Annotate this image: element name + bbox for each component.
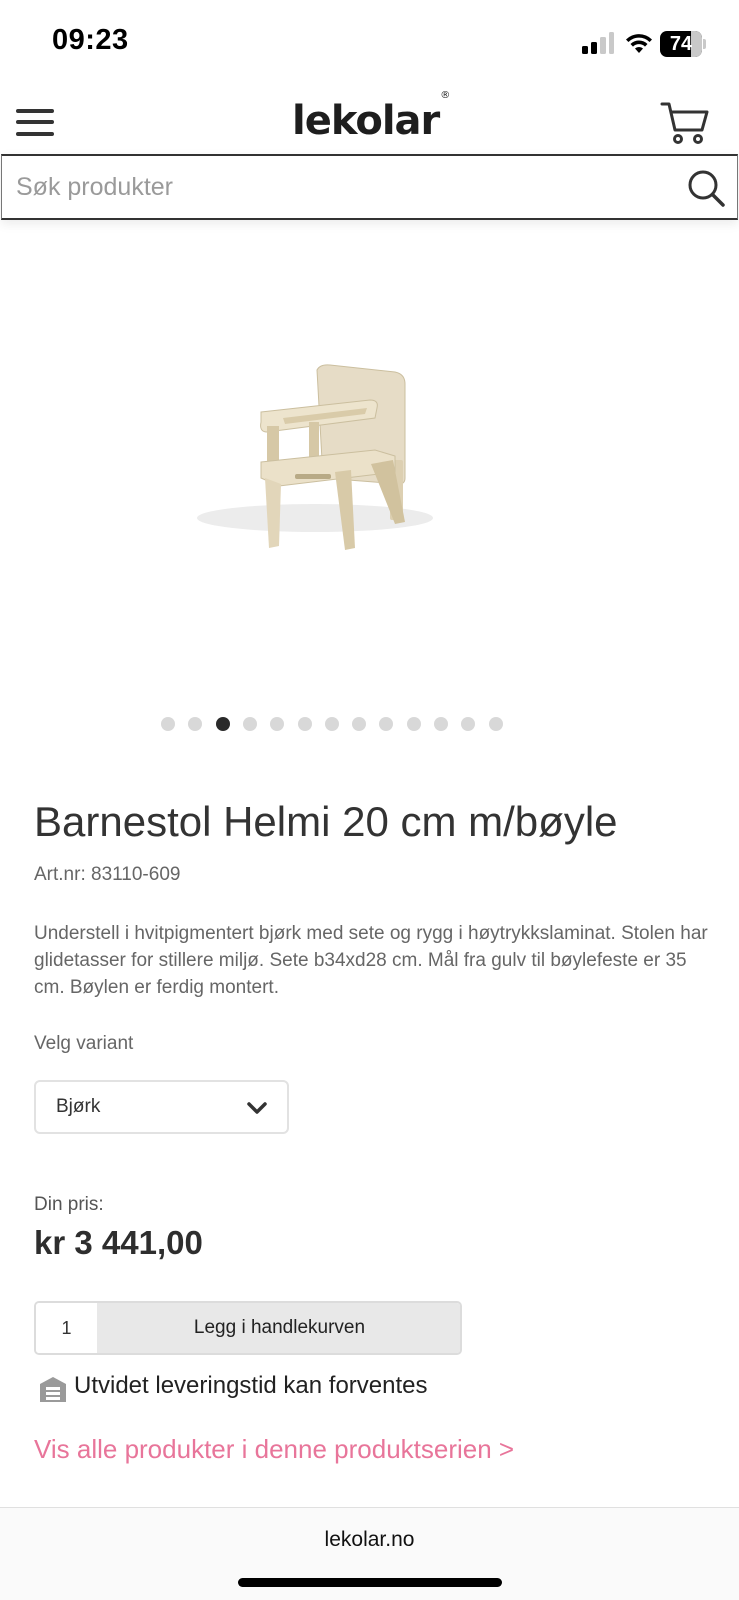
carousel-dot[interactable]	[406, 717, 421, 731]
carousel-dot[interactable]	[461, 717, 476, 731]
variant-label: Velg variant	[34, 1033, 134, 1054]
shopping-cart-icon[interactable]	[660, 100, 710, 146]
lekolar-logo[interactable]: lekolar®	[292, 90, 450, 144]
variant-select[interactable]: Bjørk	[34, 1080, 289, 1134]
product-image[interactable]	[195, 360, 435, 580]
search-input[interactable]	[16, 166, 656, 208]
carousel-dot[interactable]	[270, 717, 285, 731]
carousel-dot[interactable]	[161, 717, 175, 731]
battery-icon: 74	[660, 31, 706, 57]
variant-selected-value: Bjørk	[56, 1096, 101, 1117]
search-bar	[1, 154, 738, 220]
site-header: lekolar®	[0, 90, 739, 154]
chevron-down-icon	[247, 1102, 267, 1114]
product-series-link[interactable]: Vis alle produkter i denne produktserien…	[34, 1434, 514, 1465]
hamburger-menu-icon[interactable]	[16, 107, 56, 137]
quantity-input[interactable]	[36, 1303, 97, 1353]
carousel-dot[interactable]	[434, 717, 448, 731]
carousel-dot[interactable]	[488, 717, 503, 731]
warehouse-icon	[40, 1377, 66, 1402]
product-title: Barnestol Helmi 20 cm m/bøyle	[34, 798, 618, 845]
carousel-dot[interactable]	[242, 717, 257, 731]
status-time: 09:23	[52, 24, 129, 56]
logo-registered-mark: ®	[440, 89, 450, 101]
carousel-dot[interactable]	[215, 717, 230, 731]
product-price: kr 3 441,00	[34, 1224, 203, 1261]
image-carousel-dots	[0, 717, 739, 733]
delivery-text: Utvidet leveringstid kan forventes	[74, 1372, 428, 1399]
wifi-icon	[626, 34, 652, 53]
carousel-dot[interactable]	[324, 717, 339, 731]
add-to-cart-row: Legg i handlekurven	[34, 1301, 462, 1355]
product-description: Understell i hvitpigmentert bjørk med se…	[34, 923, 708, 998]
search-icon[interactable]	[686, 168, 726, 208]
battery-percentage: 74	[669, 33, 693, 55]
carousel-dot[interactable]	[188, 717, 203, 731]
article-number: Art.nr: 83110-609	[34, 864, 181, 885]
carousel-dot[interactable]	[297, 717, 312, 731]
browser-address-bar: lekolar.no	[0, 1507, 739, 1600]
logo-text: lekolar	[292, 98, 440, 144]
home-indicator[interactable]	[238, 1578, 502, 1587]
cellular-signal-icon	[582, 32, 614, 54]
status-bar: 09:23 74	[0, 0, 739, 90]
carousel-dot[interactable]	[379, 717, 394, 731]
url-text[interactable]: lekolar.no	[0, 1528, 739, 1552]
add-to-cart-button[interactable]: Legg i handlekurven	[97, 1303, 460, 1353]
price-label: Din pris:	[34, 1194, 104, 1215]
carousel-dot[interactable]	[352, 717, 367, 731]
